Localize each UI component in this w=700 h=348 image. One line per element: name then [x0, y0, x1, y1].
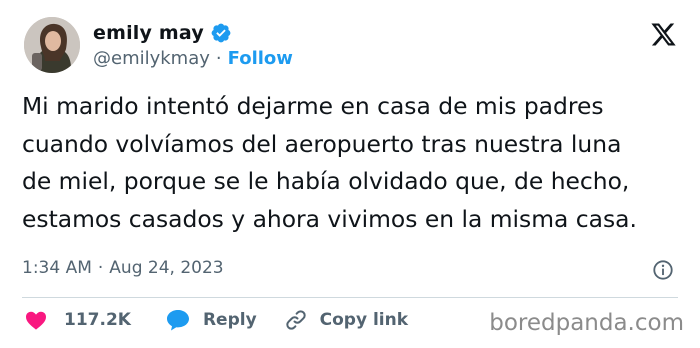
verified-badge-icon: [211, 23, 231, 43]
info-icon[interactable]: [652, 259, 674, 281]
separator-dot: ·: [215, 48, 222, 69]
tweet-date[interactable]: Aug 24, 2023: [109, 258, 223, 278]
reply-button[interactable]: Reply: [165, 308, 257, 332]
separator-dot: ·: [97, 258, 104, 278]
action-bar: 117.2K Reply Copy link: [24, 308, 408, 332]
copy-link-label: Copy link: [319, 310, 409, 330]
tweet-line: Mi marido intentó dejarme en casa de mis…: [22, 92, 604, 120]
watermark: boredpanda.com: [489, 310, 684, 336]
like-button[interactable]: 117.2K: [24, 308, 131, 332]
tweet-line: de miel, porque se le había olvidado que…: [22, 167, 630, 195]
likes-count: 117.2K: [64, 310, 131, 330]
x-logo-icon[interactable]: [650, 21, 677, 48]
tweet-line: cuando volvíamos del aeropuerto tras nue…: [22, 129, 622, 158]
reply-bubble-icon: [166, 310, 189, 331]
avatar[interactable]: [24, 17, 80, 73]
copy-link-button[interactable]: Copy link: [284, 308, 408, 332]
timestamp[interactable]: 1:34 AM · Aug 24, 2023: [22, 258, 224, 278]
divider: [22, 297, 678, 298]
tweet-line: estamos casados y ahora vivimos en la mi…: [22, 204, 637, 233]
avatar-photo: [24, 17, 80, 73]
tweet-text: Mi marido intentó dejarme en casa de mis…: [22, 88, 682, 238]
handle[interactable]: @emilykmay: [93, 48, 210, 69]
reply-label: Reply: [202, 310, 257, 330]
follow-button[interactable]: Follow: [228, 48, 293, 69]
tweet-time[interactable]: 1:34 AM: [22, 258, 92, 278]
heart-icon: [26, 311, 46, 330]
link-icon: [285, 310, 306, 330]
display-name[interactable]: emily may: [93, 22, 204, 44]
